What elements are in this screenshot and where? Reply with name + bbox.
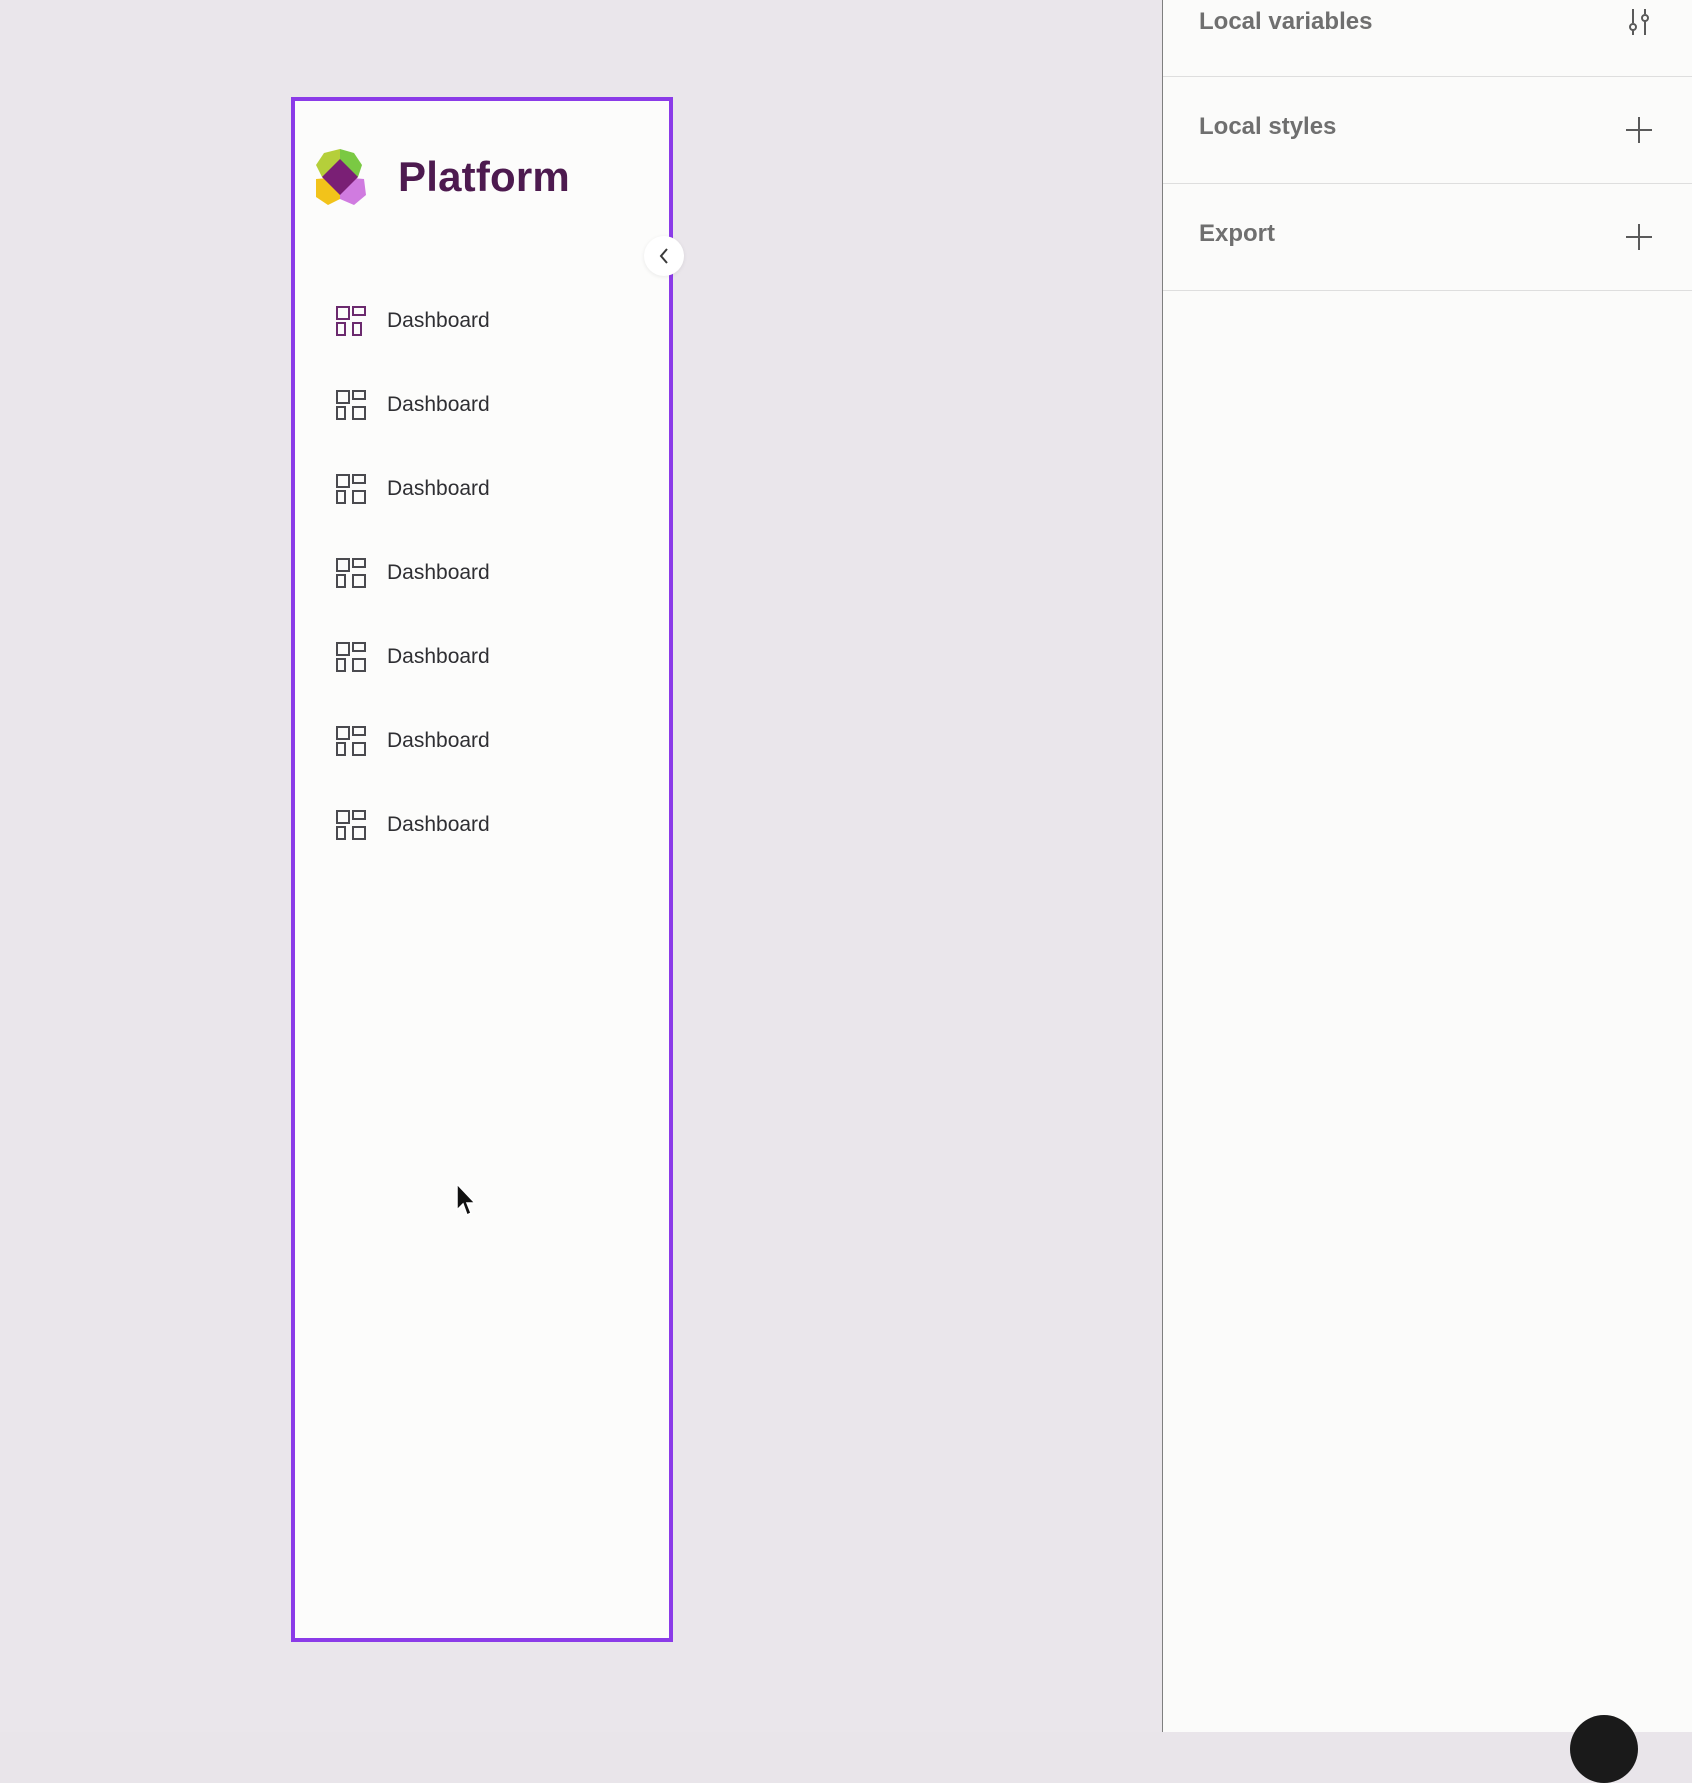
plus-icon[interactable] — [1624, 115, 1654, 145]
section-title: Export — [1199, 220, 1276, 247]
sidebar-frame[interactable]: Platform Dashboard Dashboard Dashboard D… — [291, 97, 684, 1642]
dashboard-grid-icon — [336, 726, 366, 756]
design-canvas[interactable]: Platform Dashboard Dashboard Dashboard D… — [0, 0, 1162, 1732]
sidebar-item-dashboard[interactable]: Dashboard — [335, 279, 655, 363]
sidebar-item-label: Dashboard — [387, 561, 490, 584]
dashboard-grid-icon — [336, 642, 366, 672]
chevron-left-icon — [659, 248, 668, 264]
sidebar-item-dashboard[interactable]: Dashboard — [335, 531, 655, 615]
sidebar-item-label: Dashboard — [387, 729, 490, 752]
sidebar-item-label: Dashboard — [387, 477, 490, 500]
sidebar-item-label: Dashboard — [387, 309, 490, 332]
dashboard-grid-icon — [336, 390, 366, 420]
sidebar-item-dashboard[interactable]: Dashboard — [335, 363, 655, 447]
brand-name: Platform — [398, 153, 570, 200]
local-styles-section: Local styles — [1163, 77, 1692, 184]
export-section: Export — [1163, 184, 1692, 291]
dashboard-grid-icon — [336, 558, 366, 588]
sidebar-item-dashboard[interactable]: Dashboard — [335, 783, 655, 867]
section-title: Local styles — [1199, 113, 1337, 140]
dashboard-grid-icon — [336, 474, 366, 504]
brand-header: Platform — [310, 145, 570, 209]
sidebar-item-dashboard[interactable]: Dashboard — [335, 447, 655, 531]
section-title: Local variables — [1199, 8, 1373, 35]
collapse-sidebar-button[interactable] — [644, 236, 684, 276]
plus-icon[interactable] — [1624, 222, 1654, 252]
sidebar-nav: Dashboard Dashboard Dashboard Dashboard … — [335, 279, 655, 867]
sidebar-item-dashboard[interactable]: Dashboard — [335, 615, 655, 699]
mouse-pointer-icon — [456, 1182, 477, 1217]
sidebar-item-dashboard[interactable]: Dashboard — [335, 699, 655, 783]
floating-action-button[interactable] — [1570, 1715, 1638, 1783]
sidebar-item-label: Dashboard — [387, 393, 490, 416]
sidebar-item-label: Dashboard — [387, 645, 490, 668]
local-variables-section: Local variables — [1163, 0, 1692, 77]
sidebar-item-label: Dashboard — [387, 813, 490, 836]
platform-logo-icon — [316, 149, 366, 205]
sliders-icon[interactable] — [1624, 7, 1654, 37]
dashboard-grid-icon — [336, 306, 366, 336]
properties-panel: Local variables Local styles Export — [1162, 0, 1692, 1732]
dashboard-grid-icon — [336, 810, 366, 840]
